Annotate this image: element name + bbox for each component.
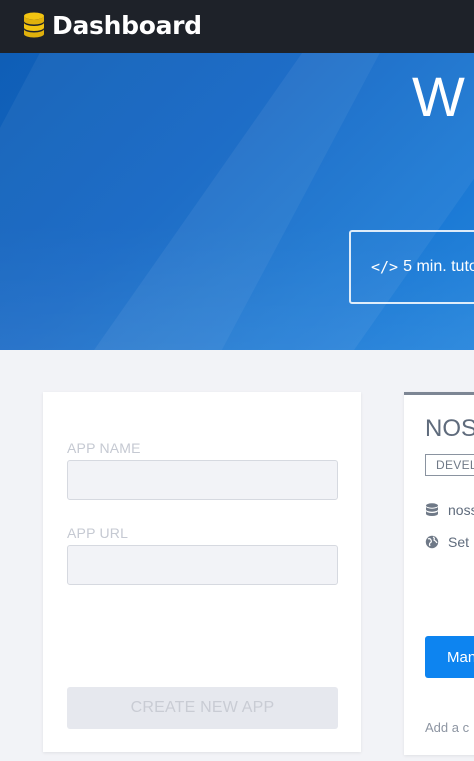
tutorial-button[interactable]: </> 5 min. tuto bbox=[349, 230, 474, 304]
url-setting[interactable]: Set bbox=[448, 534, 469, 550]
app-name-input[interactable] bbox=[67, 460, 338, 500]
hero-title: W bbox=[412, 65, 465, 128]
app-card: NOS DEVEL noss Set Man Add a c bbox=[404, 392, 474, 755]
create-app-card: APP NAME APP URL CREATE NEW APP bbox=[43, 392, 361, 752]
create-app-button[interactable]: CREATE NEW APP bbox=[67, 687, 338, 729]
app-name[interactable]: NOS bbox=[425, 415, 474, 443]
brand-title[interactable]: Dashboard bbox=[52, 11, 202, 40]
environment-badge: DEVEL bbox=[425, 454, 474, 476]
manage-app-button[interactable]: Man bbox=[425, 636, 474, 678]
app-url-input[interactable] bbox=[67, 545, 338, 585]
hero-banner: W </> 5 min. tuto bbox=[0, 53, 474, 350]
database-row: noss bbox=[425, 502, 474, 518]
app-url-label: APP URL bbox=[67, 525, 129, 541]
app-name-label: APP NAME bbox=[67, 440, 141, 456]
tutorial-button-label: 5 min. tuto bbox=[403, 258, 474, 275]
add-collaborator-link[interactable]: Add a c bbox=[425, 720, 469, 735]
database-icon bbox=[426, 503, 438, 516]
code-icon: </> bbox=[371, 258, 399, 276]
database-icon bbox=[24, 12, 44, 38]
globe-icon bbox=[425, 535, 439, 549]
database-name: noss bbox=[448, 502, 474, 518]
top-navbar: Dashboard bbox=[0, 0, 474, 53]
url-row: Set bbox=[425, 534, 469, 550]
